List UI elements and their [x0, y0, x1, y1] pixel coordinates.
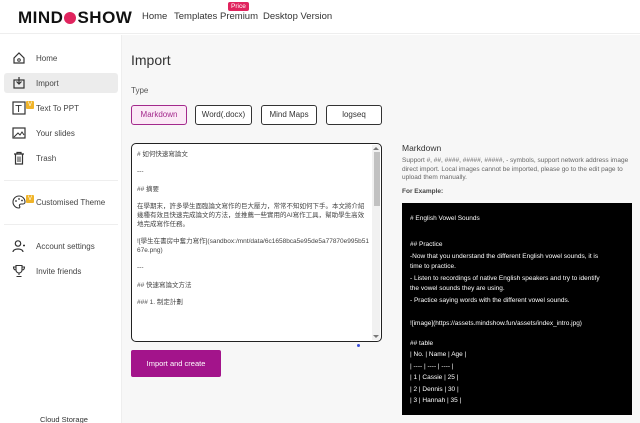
example-label: For Example:	[402, 188, 444, 195]
sidebar-item-trash[interactable]: Trash	[4, 148, 118, 168]
home-icon	[13, 52, 25, 64]
example-line: ## table	[410, 340, 434, 347]
logo[interactable]: MIND SHOW	[18, 8, 132, 28]
type-logseq-button[interactable]: logseq	[326, 105, 382, 125]
example-line: - Listen to recordings of native English…	[410, 275, 600, 282]
svg-text:T: T	[15, 104, 23, 115]
account-icon	[12, 240, 25, 253]
example-line: # English Vowel Sounds	[410, 215, 480, 222]
example-line: -Now that you understand the different E…	[410, 253, 599, 260]
sidebar-item-account-settings[interactable]: Account settings	[4, 236, 118, 256]
palette-icon	[12, 195, 26, 209]
example-line: time to practice.	[410, 263, 456, 270]
example-line: ## Practice	[410, 241, 443, 248]
sidebar: Home Import T V Text To PPT Your slides …	[0, 35, 122, 423]
top-bar: MIND SHOW Home Templates Premium Desktop …	[0, 0, 640, 34]
premium-v-badge: V	[26, 101, 34, 109]
example-line: | No. | Name | Age |	[410, 351, 467, 358]
price-badge: Price	[228, 2, 249, 11]
nav-desktop-version[interactable]: Desktop Version	[263, 11, 332, 22]
sidebar-item-home[interactable]: Home	[4, 48, 118, 68]
sidebar-item-import[interactable]: Import	[4, 73, 118, 93]
sidebar-item-label: Import	[36, 79, 59, 88]
nav-home[interactable]: Home	[142, 11, 167, 22]
sidebar-item-label: Home	[36, 54, 58, 63]
premium-v-badge: V	[26, 195, 34, 203]
text-to-ppt-icon: T	[12, 101, 26, 115]
import-and-create-button[interactable]: Import and create	[131, 350, 221, 377]
nav-premium[interactable]: Premium	[220, 11, 258, 22]
import-icon	[13, 77, 25, 89]
example-line: | ---- | ---- | ---- |	[410, 363, 454, 370]
markdown-editor[interactable]: # 如何快速寫論文 --- ## 摘要 在學期末，許多學生面臨論文寫作的巨大壓力…	[131, 143, 382, 342]
sidebar-item-label: Customised Theme	[36, 198, 106, 207]
trophy-icon	[12, 264, 26, 278]
cloud-storage-label[interactable]: Cloud Storage	[40, 415, 88, 423]
sidebar-item-label: Trash	[36, 154, 57, 163]
editor-scroll-thumb[interactable]	[374, 152, 380, 206]
sidebar-item-label: Your slides	[36, 129, 75, 138]
sidebar-item-invite-friends[interactable]: Invite friends	[4, 261, 118, 281]
sidebar-item-customised-theme[interactable]: V Customised Theme	[4, 192, 118, 212]
type-label: Type	[131, 86, 149, 95]
sidebar-item-label: Account settings	[36, 242, 95, 251]
example-line: the vowel sounds they are using.	[410, 285, 505, 292]
resize-dot	[357, 344, 360, 347]
type-mind-maps-button[interactable]: Mind Maps	[261, 105, 317, 125]
sidebar-item-label: Invite friends	[36, 267, 82, 276]
scroll-down-icon[interactable]	[373, 335, 379, 338]
logo-dot	[64, 12, 77, 24]
sidebar-item-label: Text To PPT	[36, 104, 79, 113]
main-content: Import Type Markdown Word(.docx) Mind Ma…	[122, 35, 640, 423]
page-title: Import	[131, 52, 171, 68]
help-description: Support #, ##, ####, #####, #####, - sym…	[402, 157, 629, 181]
trash-icon	[14, 151, 24, 165]
sidebar-item-your-slides[interactable]: Your slides	[4, 123, 118, 143]
editor-content[interactable]: # 如何快速寫論文 --- ## 摘要 在學期末，許多學生面臨論文寫作的巨大壓力…	[137, 151, 369, 308]
example-line: ![image](https://assets.mindshow.fun/ass…	[410, 320, 582, 327]
type-word-button[interactable]: Word(.docx)	[195, 105, 252, 125]
example-line: - Practice saying words with the differe…	[410, 297, 570, 304]
type-markdown-button[interactable]: Markdown	[131, 105, 187, 125]
example-line: | 2 | Dennis | 30 |	[410, 386, 459, 393]
sidebar-item-text-to-ppt[interactable]: T V Text To PPT	[4, 98, 118, 118]
slides-icon	[12, 127, 26, 139]
example-line: | 3 | Hannah | 35 |	[410, 397, 462, 404]
sidebar-divider	[4, 224, 118, 225]
example-code-block: # English Vowel Sounds ## Practice -Now …	[402, 203, 632, 415]
nav-templates[interactable]: Templates	[174, 11, 217, 22]
example-line: | 1 | Cassie | 25 |	[410, 374, 459, 381]
scroll-up-icon[interactable]	[373, 147, 379, 150]
sidebar-divider	[4, 180, 118, 181]
help-title: Markdown	[402, 143, 442, 153]
